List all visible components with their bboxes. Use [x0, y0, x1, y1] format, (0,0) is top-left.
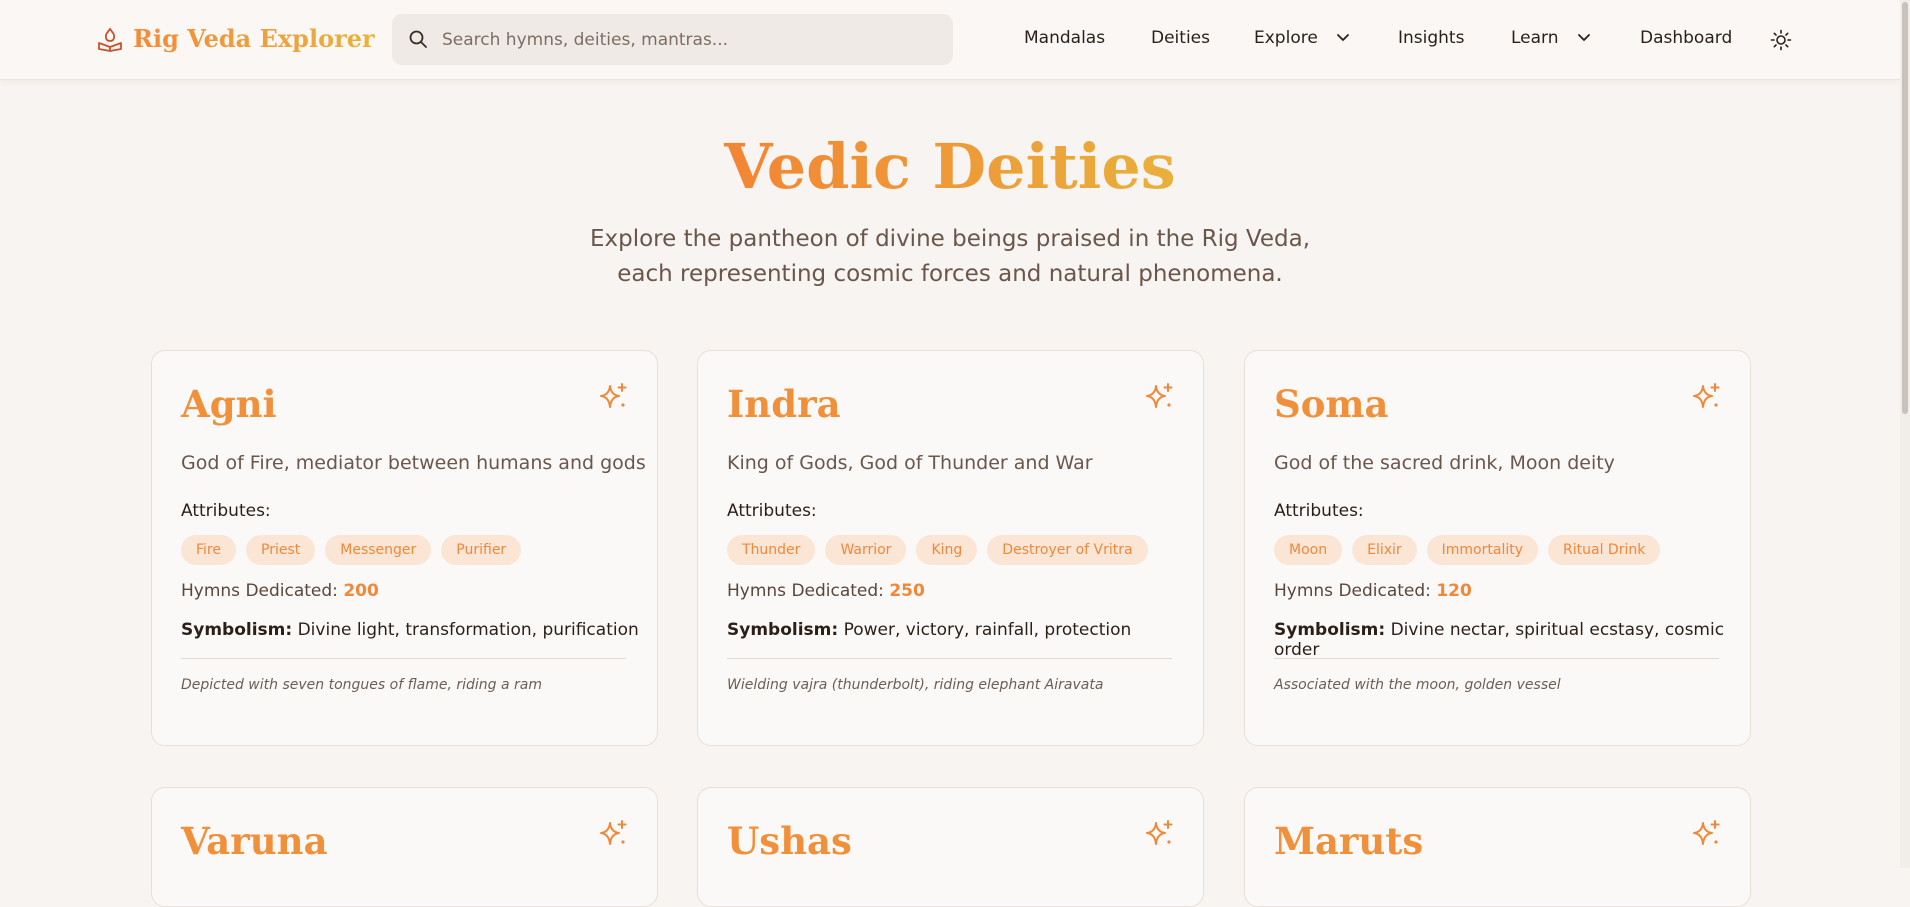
nav-mandalas[interactable]: Mandalas [1024, 28, 1105, 48]
attributes-label: Attributes: [181, 501, 271, 521]
deity-depiction: Associated with the moon, golden vessel [1274, 677, 1561, 693]
attribute-tags: Thunder Warrior King Destroyer of Vritra [727, 535, 1148, 565]
theme-toggle-sun-icon[interactable] [1770, 29, 1792, 55]
deity-card-agni[interactable]: Agni God of Fire, mediator between human… [151, 350, 658, 746]
scrollbar-thumb[interactable] [1902, 2, 1908, 414]
hymns-dedicated: Hymns Dedicated: 250 [727, 581, 925, 601]
symbolism-label: Symbolism: [1274, 620, 1386, 640]
brand-logo-link[interactable]: Rig Veda Explorer [97, 24, 375, 53]
nav-insights-label: Insights [1398, 28, 1465, 48]
attribute-tag: Thunder [727, 535, 816, 565]
nav-deities-label: Deities [1151, 28, 1210, 48]
hymns-dedicated: Hymns Dedicated: 200 [181, 581, 379, 601]
attributes-label: Attributes: [1274, 501, 1364, 521]
deity-depiction: Wielding vajra (thunderbolt), riding ele… [727, 677, 1104, 693]
search-icon [408, 29, 428, 53]
symbolism-label: Symbolism: [727, 620, 839, 640]
nav-explore-dropdown[interactable]: Explore [1254, 28, 1350, 48]
attribute-tag: Immortality [1426, 535, 1539, 565]
sparkles-icon [1143, 381, 1175, 417]
card-divider [1274, 658, 1719, 659]
card-divider [181, 658, 626, 659]
hymns-label: Hymns Dedicated: [181, 581, 344, 601]
chevron-down-icon [1336, 28, 1350, 48]
nav-learn-dropdown[interactable]: Learn [1511, 28, 1591, 48]
hymns-count: 120 [1436, 581, 1472, 601]
attribute-tags: Moon Elixir Immortality Ritual Drink [1274, 535, 1661, 565]
deity-name: Varuna [181, 819, 328, 863]
deity-description: God of Fire, mediator between humans and… [181, 452, 646, 474]
hymns-label: Hymns Dedicated: [727, 581, 890, 601]
search-input[interactable] [442, 14, 942, 65]
deity-description: King of Gods, God of Thunder and War [727, 452, 1093, 474]
chevron-down-icon [1577, 28, 1591, 48]
attribute-tag: Ritual Drink [1548, 535, 1661, 565]
sparkles-icon [1143, 818, 1175, 854]
deity-card-soma[interactable]: Soma God of the sacred drink, Moon deity… [1244, 350, 1751, 746]
deity-name: Maruts [1274, 819, 1424, 863]
book-flame-icon [97, 26, 123, 52]
nav-dashboard-label: Dashboard [1640, 28, 1733, 48]
nav-deities[interactable]: Deities [1151, 28, 1210, 48]
deity-name: Ushas [727, 819, 852, 863]
deity-depiction: Depicted with seven tongues of flame, ri… [181, 677, 542, 693]
attribute-tag: Destroyer of Vritra [987, 535, 1148, 565]
top-nav-bar: Rig Veda Explorer Mandalas Deities Explo… [0, 0, 1900, 80]
symbolism-value: Divine light, transformation, purificati… [297, 620, 639, 640]
deity-card-indra[interactable]: Indra King of Gods, God of Thunder and W… [697, 350, 1204, 746]
deity-name: Indra [727, 382, 841, 426]
nav-mandalas-label: Mandalas [1024, 28, 1106, 48]
nav-insights[interactable]: Insights [1398, 28, 1464, 48]
deity-name: Soma [1274, 382, 1389, 426]
page-scrollbar[interactable] [1900, 0, 1910, 868]
page-subtitle: Explore the pantheon of divine beings pr… [589, 226, 1311, 287]
symbolism: Symbolism: Divine nectar, spiritual ecst… [1274, 620, 1750, 660]
nav-dashboard[interactable]: Dashboard [1640, 28, 1732, 48]
deity-description: God of the sacred drink, Moon deity [1274, 452, 1615, 474]
hymns-count: 250 [889, 581, 925, 601]
nav-learn-label: Learn [1511, 28, 1559, 48]
symbolism-value: Power, victory, rainfall, protection [843, 620, 1132, 640]
hymns-label: Hymns Dedicated: [1274, 581, 1437, 601]
attribute-tag: Priest [246, 535, 316, 565]
page-title: Vedic Deities [0, 130, 1900, 203]
attribute-tag: Messenger [325, 535, 432, 565]
attributes-label: Attributes: [727, 501, 817, 521]
symbolism: Symbolism: Power, victory, rainfall, pro… [727, 620, 1131, 640]
attribute-tag: Purifier [441, 535, 522, 565]
attribute-tag: Moon [1274, 535, 1343, 565]
sparkles-icon [1690, 818, 1722, 854]
attribute-tag: Warrior [825, 535, 907, 565]
nav-explore-label: Explore [1254, 28, 1318, 48]
hymns-count: 200 [343, 581, 379, 601]
deity-card-varuna[interactable]: Varuna [151, 787, 658, 907]
sparkles-icon [1690, 381, 1722, 417]
symbolism: Symbolism: Divine light, transformation,… [181, 620, 639, 640]
hymns-dedicated: Hymns Dedicated: 120 [1274, 581, 1472, 601]
deity-card-ushas[interactable]: Ushas [697, 787, 1204, 907]
sparkles-icon [597, 381, 629, 417]
deity-name: Agni [181, 382, 277, 426]
attribute-tag: King [916, 535, 978, 565]
brand-name: Rig Veda Explorer [133, 24, 375, 53]
attribute-tag: Elixir [1352, 535, 1417, 565]
deity-card-maruts[interactable]: Maruts [1244, 787, 1751, 907]
search-bar [392, 14, 953, 65]
attribute-tags: Fire Priest Messenger Purifier [181, 535, 522, 565]
card-divider [727, 658, 1172, 659]
symbolism-label: Symbolism: [181, 620, 293, 640]
sparkles-icon [597, 818, 629, 854]
attribute-tag: Fire [181, 535, 236, 565]
